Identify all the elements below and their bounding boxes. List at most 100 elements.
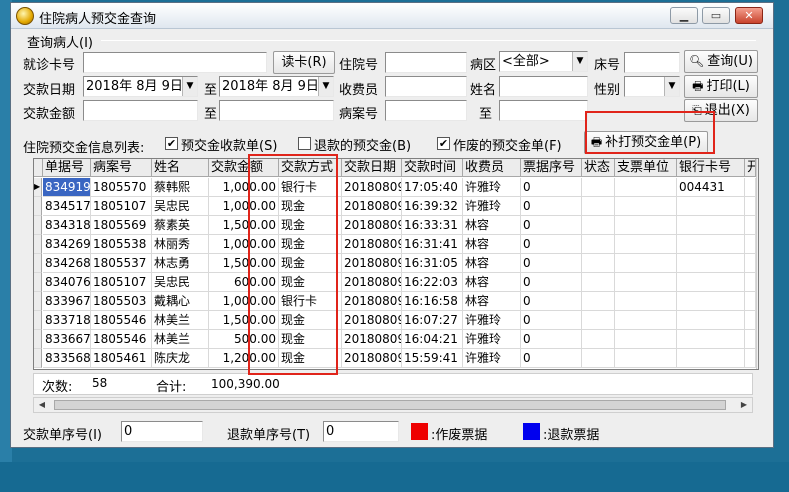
table-cell-pay-date[interactable]: 20180809 — [342, 273, 402, 292]
table-cell-receipt-no[interactable]: 833967 — [43, 292, 91, 311]
table-cell-pay-time[interactable]: 16:39:32 — [402, 197, 463, 216]
table-cell-bank-card[interactable] — [677, 273, 745, 292]
table-cell-case-no[interactable]: 1805569 — [91, 216, 152, 235]
amount-to-field[interactable] — [219, 100, 334, 121]
chevron-down-icon[interactable]: ▼ — [664, 77, 679, 96]
scroll-up-icon[interactable]: ▲ — [757, 159, 758, 175]
table-cell-bank-card[interactable]: 004431 — [677, 178, 745, 197]
cashier-field[interactable] — [385, 76, 467, 97]
table-cell-case-no[interactable]: 1805503 — [91, 292, 152, 311]
row-indicator[interactable] — [34, 349, 42, 368]
table-cell-bill-seq[interactable]: 0 — [521, 330, 582, 349]
chevron-down-icon[interactable]: ▼ — [318, 77, 333, 96]
table-cell-patient-name[interactable]: 吴忠民 — [152, 273, 209, 292]
receipt-checkbox-label[interactable]: 预交金收款单(S) — [181, 135, 277, 154]
date-to-picker[interactable]: 2018年 8月 9日 ▼ — [219, 76, 334, 97]
row-indicator[interactable] — [34, 311, 42, 330]
refund-checkbox[interactable] — [298, 137, 311, 150]
table-cell-case-no[interactable]: 1805538 — [91, 235, 152, 254]
table-cell-bill-seq[interactable]: 0 — [521, 254, 582, 273]
table-cell-pay-date[interactable]: 20180809 — [342, 216, 402, 235]
table-cell-bank-card[interactable] — [677, 197, 745, 216]
table-cell-case-no[interactable]: 1805461 — [91, 349, 152, 368]
table-cell-patient-name[interactable]: 林美兰 — [152, 311, 209, 330]
table-cell-cashier[interactable]: 林容 — [463, 292, 521, 311]
table-cell-cashier[interactable]: 林容 — [463, 235, 521, 254]
table-cell-bank-card[interactable] — [677, 292, 745, 311]
table-cell-bill-seq[interactable]: 0 — [521, 292, 582, 311]
print-button[interactable]: 🖶︎ 打印(L) — [684, 75, 758, 98]
void-checkbox[interactable]: ✔ — [437, 137, 450, 150]
column-header[interactable]: 单据号 — [43, 159, 91, 177]
scroll-right-icon[interactable]: ▶ — [736, 398, 752, 412]
table-cell-status[interactable] — [582, 273, 615, 292]
table-cell-cheque-unit[interactable] — [615, 216, 677, 235]
case-number-from-field[interactable] — [385, 100, 467, 121]
column-header[interactable]: 姓名 — [152, 159, 209, 177]
row-indicator[interactable] — [34, 197, 42, 216]
scroll-down-icon[interactable]: ▼ — [757, 354, 758, 369]
table-cell-status[interactable] — [582, 254, 615, 273]
bed-field[interactable] — [624, 52, 680, 73]
row-indicator[interactable] — [34, 235, 42, 254]
table-cell-cheque-unit[interactable] — [615, 330, 677, 349]
table-cell-pay-date[interactable]: 20180809 — [342, 235, 402, 254]
table-cell-extra[interactable] — [745, 292, 756, 311]
column-header[interactable]: 银行卡号 — [677, 159, 745, 177]
column-header[interactable]: 病案号 — [91, 159, 152, 177]
minimize-button[interactable]: ▁ — [670, 7, 698, 24]
receipt-checkbox[interactable]: ✔ — [165, 137, 178, 150]
table-cell-case-no[interactable]: 1805546 — [91, 311, 152, 330]
table-cell-cheque-unit[interactable] — [615, 311, 677, 330]
table-cell-cashier[interactable]: 许雅玲 — [463, 311, 521, 330]
date-from-picker[interactable]: 2018年 8月 9日 ▼ — [83, 76, 198, 97]
case-number-to-field[interactable] — [499, 100, 588, 121]
table-cell-pay-time[interactable]: 16:07:27 — [402, 311, 463, 330]
table-cell-cashier[interactable]: 许雅玲 — [463, 330, 521, 349]
table-cell-receipt-no[interactable]: 833667 — [43, 330, 91, 349]
table-cell-receipt-no[interactable]: 834269 — [43, 235, 91, 254]
table-cell-pay-time[interactable]: 16:33:31 — [402, 216, 463, 235]
row-indicator[interactable] — [34, 292, 42, 311]
column-header[interactable]: 交款日期 — [342, 159, 402, 177]
close-button[interactable]: ✕ — [735, 7, 763, 24]
table-cell-bill-seq[interactable]: 0 — [521, 197, 582, 216]
row-indicator[interactable] — [34, 216, 42, 235]
column-header[interactable]: 交款时间 — [402, 159, 463, 177]
table-cell-case-no[interactable]: 1805537 — [91, 254, 152, 273]
table-cell-pay-date[interactable]: 20180809 — [342, 178, 402, 197]
table-cell-pay-time[interactable]: 16:22:03 — [402, 273, 463, 292]
table-cell-pay-time[interactable]: 15:59:41 — [402, 349, 463, 368]
table-cell-receipt-no[interactable]: 834076 — [43, 273, 91, 292]
table-cell-cashier[interactable]: 林容 — [463, 273, 521, 292]
table-cell-status[interactable] — [582, 292, 615, 311]
table-cell-case-no[interactable]: 1805107 — [91, 273, 152, 292]
column-header[interactable]: 收费员 — [463, 159, 521, 177]
read-card-button[interactable]: 读卡(R) — [273, 51, 335, 74]
table-cell-case-no[interactable]: 1805107 — [91, 197, 152, 216]
table-cell-case-no[interactable]: 1805546 — [91, 330, 152, 349]
table-cell-receipt-no[interactable]: 833718 — [43, 311, 91, 330]
table-cell-extra[interactable] — [745, 197, 756, 216]
table-cell-pay-time[interactable]: 16:16:58 — [402, 292, 463, 311]
table-cell-cashier[interactable]: 许雅玲 — [463, 197, 521, 216]
table-cell-patient-name[interactable]: 林美兰 — [152, 330, 209, 349]
refund-checkbox-label[interactable]: 退款的预交金(B) — [314, 135, 411, 154]
table-cell-cheque-unit[interactable] — [615, 178, 677, 197]
ward-select[interactable]: <全部> ▼ — [499, 51, 588, 72]
table-cell-cashier[interactable]: 林容 — [463, 254, 521, 273]
table-cell-patient-name[interactable]: 林志勇 — [152, 254, 209, 273]
table-cell-cashier[interactable]: 许雅玲 — [463, 349, 521, 368]
table-cell-patient-name[interactable]: 林丽秀 — [152, 235, 209, 254]
table-cell-cheque-unit[interactable] — [615, 273, 677, 292]
table-cell-bank-card[interactable] — [677, 311, 745, 330]
prepayment-table[interactable]: 单据号 病案号 姓名 交款金额 交款方式 交款日期 交款时间 收费员 票据序号 … — [33, 158, 759, 370]
receipt-seq-field[interactable]: 0 — [121, 421, 203, 442]
table-cell-bank-card[interactable] — [677, 330, 745, 349]
column-header[interactable]: 票据序号 — [521, 159, 582, 177]
table-cell-extra[interactable] — [745, 311, 756, 330]
column-header[interactable]: 开 — [745, 159, 756, 177]
table-cell-pay-date[interactable]: 20180809 — [342, 311, 402, 330]
table-cell-bill-seq[interactable]: 0 — [521, 273, 582, 292]
table-cell-extra[interactable] — [745, 254, 756, 273]
